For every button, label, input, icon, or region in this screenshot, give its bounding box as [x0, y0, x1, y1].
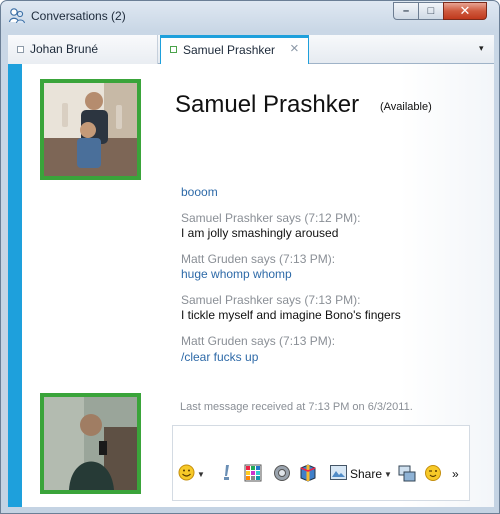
title-bar[interactable]: Conversations (2) – □ ✕ [1, 1, 499, 31]
nudge-button[interactable] [221, 464, 233, 484]
messenger-icon [8, 7, 26, 25]
minimize-icon: – [402, 5, 410, 17]
chevron-down-icon: ▼ [197, 469, 205, 479]
more-chevron-icon: » [452, 467, 459, 481]
message-text: I am jolly smashingly aroused [181, 226, 339, 240]
more-options-button[interactable]: » [452, 464, 459, 484]
tab-label: Johan Bruné [30, 42, 99, 56]
conversation-tabs: Johan Bruné Samuel Prashker × ▾ [8, 35, 494, 65]
message-sender-line: Samuel Prashker says (7:12 PM): [181, 211, 361, 225]
games-icon [299, 463, 317, 485]
contact-photo [44, 83, 137, 176]
contact-avatar[interactable] [40, 79, 141, 180]
tab-close-icon[interactable]: × [290, 40, 299, 57]
window-title: Conversations (2) [31, 9, 126, 23]
share-label: Share [350, 467, 383, 481]
nudge-icon [221, 464, 233, 485]
games-button[interactable] [299, 463, 317, 485]
tab-menu-chevron-down-icon[interactable]: ▾ [479, 43, 484, 54]
message-sender-line: Matt Gruden says (7:13 PM): [181, 252, 336, 266]
maximize-button[interactable]: □ [418, 2, 444, 20]
share-icon [330, 465, 347, 483]
emoticon-icon [178, 464, 195, 484]
message-sender-line: Matt Gruden says (7:13 PM): [181, 334, 336, 348]
video-call-icon [398, 464, 416, 485]
emoticon-button[interactable]: ▼ [178, 464, 205, 484]
presence-icon [17, 46, 24, 53]
voice-clip-button[interactable] [273, 464, 291, 484]
minimize-button[interactable]: – [393, 2, 419, 20]
last-received-status: Last message received at 7:13 PM on 6/3/… [180, 401, 413, 413]
share-button[interactable]: Share ▼ [330, 464, 392, 484]
tab-samuel-prashker[interactable]: Samuel Prashker × [160, 35, 309, 65]
message-text: I tickle myself and imagine Bono's finge… [181, 308, 401, 322]
message-text: huge whomp whomp [181, 267, 292, 281]
accent-rail [8, 64, 22, 507]
message-text: /clear fucks up [181, 350, 259, 364]
maximize-icon: □ [427, 5, 435, 17]
my-avatar[interactable] [40, 393, 141, 494]
chevron-down-icon: ▼ [384, 469, 392, 479]
smiley-icon [424, 464, 442, 485]
conversation-window: Conversations (2) – □ ✕ Johan Bruné Samu… [0, 0, 500, 514]
close-button[interactable]: ✕ [443, 2, 487, 20]
my-photo [44, 397, 137, 490]
close-icon: ✕ [459, 3, 471, 18]
tab-johan-brune[interactable]: Johan Bruné [8, 35, 158, 64]
voice-clip-icon [273, 464, 291, 485]
contact-status: (Available) [380, 101, 432, 113]
smiley-button[interactable] [424, 464, 442, 484]
message-text: booom [181, 185, 218, 199]
tab-label: Samuel Prashker [183, 43, 276, 57]
presence-icon [170, 46, 177, 53]
wink-button[interactable] [244, 464, 262, 484]
message-sender-line: Samuel Prashker says (7:13 PM): [181, 293, 361, 307]
video-call-button[interactable] [398, 464, 416, 484]
wink-icon [244, 464, 262, 485]
contact-name: Samuel Prashker [175, 91, 360, 118]
